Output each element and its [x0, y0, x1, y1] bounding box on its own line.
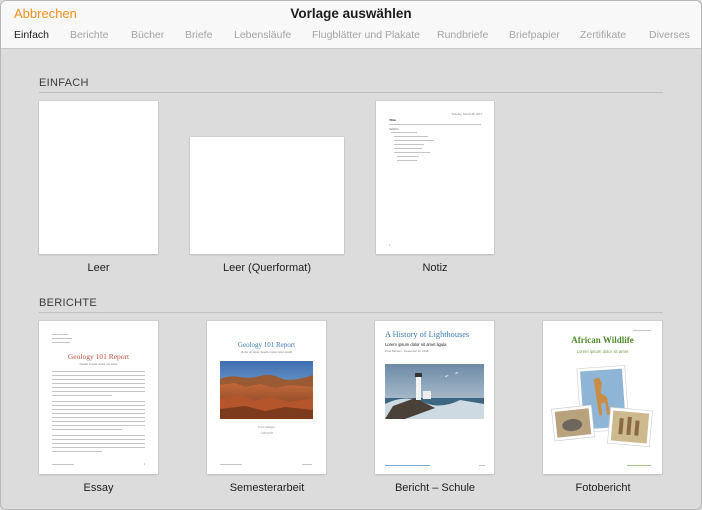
essay-text-line: [52, 371, 145, 372]
section-title-berichte: BERICHTE: [39, 297, 98, 309]
essay-text-line: [52, 387, 145, 388]
essay-text-line: [52, 429, 122, 430]
template-fotobericht[interactable]: African Wildlife Lorem ipsum dolor sit a…: [543, 321, 662, 474]
school-report-subtitle: Lorem ipsum dolor sit amet ligula: [385, 342, 447, 347]
essay-text-line: [52, 447, 145, 448]
note-line: [394, 144, 424, 145]
template-leer[interactable]: [39, 101, 158, 254]
note-rule: [389, 124, 481, 125]
term-paper-footer-line: [302, 464, 312, 465]
essay-text-line: [52, 425, 145, 426]
note-page-number: 1: [389, 243, 391, 247]
essay-page-number: 1: [143, 462, 146, 466]
term-paper-date: 1.08.2018: [260, 431, 273, 435]
tab-flugblaetter-und-plakate[interactable]: Flugblätter und Plakate: [312, 29, 420, 41]
note-line: [394, 148, 422, 149]
essay-text-line: [52, 421, 145, 422]
template-essay[interactable]: Geology 101 Report Ipsum lorem dolor sit…: [39, 321, 158, 474]
note-line: [394, 140, 434, 141]
photo-report-subtitle: Lorem ipsum dolor sit amet: [576, 349, 629, 354]
essay-header-line: [52, 338, 72, 339]
template-bericht-schule[interactable]: A History of Lighthouses Lorem ipsum dol…: [375, 321, 494, 474]
template-label-bericht-schule: Bericht – Schule: [394, 482, 476, 494]
tab-diverses[interactable]: Diverses: [649, 29, 690, 41]
essay-text-line: [52, 413, 145, 414]
essay-text-line: [52, 383, 145, 384]
toolbar: Abbrechen Vorlage auswählen Einfach Beri…: [1, 1, 701, 49]
canyon-photo: [220, 361, 313, 419]
essay-text-line: [52, 451, 102, 452]
photo-report-header-line: [633, 330, 651, 331]
essay-text-line: [52, 435, 145, 436]
template-chooser-window: Abbrechen Vorlage auswählen Einfach Beri…: [0, 0, 702, 510]
tab-briefpapier[interactable]: Briefpapier: [509, 29, 560, 41]
school-report-footer-line: [385, 465, 430, 466]
template-label-semesterarbeit: Semesterarbeit: [229, 482, 305, 494]
template-leer-querformat[interactable]: [190, 137, 344, 254]
section-title-einfach: EINFACH: [39, 77, 89, 89]
tab-buecher[interactable]: Bücher: [131, 29, 164, 41]
term-paper-author: Urna Semper: [258, 425, 275, 429]
essay-footer-line: [52, 464, 74, 465]
note-line: [397, 160, 417, 161]
photo-report-title: African Wildlife: [571, 335, 634, 345]
essay-title: Geology 101 Report: [67, 352, 130, 361]
window-title: Vorlage auswählen: [290, 6, 412, 21]
essay-text-line: [52, 395, 112, 396]
note-subtitle: Subtitle: [389, 127, 399, 131]
lighthouse-photo: [385, 364, 484, 419]
term-paper-footer-line: [220, 464, 242, 465]
term-paper-title: Geology 101 Report: [237, 341, 296, 349]
term-paper-subtitle: Dolor sit amet, ipsum consectetur lorem: [240, 350, 293, 354]
essay-header-line: [52, 342, 70, 343]
essay-text-line: [52, 405, 145, 406]
photo-report-footer-line: [627, 465, 651, 466]
tab-briefe[interactable]: Briefe: [185, 29, 212, 41]
template-label-notiz: Notiz: [422, 262, 448, 274]
section-divider: [39, 92, 663, 93]
wildlife-collage: [551, 365, 653, 448]
essay-header-line: [52, 334, 68, 335]
template-semesterarbeit[interactable]: Geology 101 Report Dolor sit amet, ipsum…: [207, 321, 326, 474]
note-line: [397, 156, 419, 157]
note-date: Tuesday, March 28, 2017: [451, 112, 482, 116]
essay-text-line: [52, 439, 145, 440]
tab-berichte[interactable]: Berichte: [70, 29, 109, 41]
essay-text-line: [52, 443, 145, 444]
essay-text-line: [52, 401, 145, 402]
school-report-footer-line: [479, 465, 485, 466]
essay-text-line: [52, 391, 145, 392]
category-tabs: Einfach Berichte Bücher Briefe Lebensläu…: [1, 29, 701, 45]
template-label-leer: Leer: [87, 262, 110, 274]
essay-text-line: [52, 375, 145, 376]
note-line: [391, 132, 417, 133]
template-notiz[interactable]: Tuesday, March 28, 2017 Title Subtitle 1: [376, 101, 494, 254]
note-line: [394, 136, 428, 137]
note-title: Title: [389, 118, 396, 122]
note-line: [394, 152, 430, 153]
school-report-title: A History of Lighthouses: [385, 330, 470, 339]
tab-einfach[interactable]: Einfach: [14, 29, 49, 41]
essay-text-line: [52, 409, 145, 410]
section-divider: [39, 312, 663, 313]
tab-zertifikate[interactable]: Zertifikate: [580, 29, 626, 41]
template-label-leer-querformat: Leer (Querformat): [222, 262, 312, 274]
tab-rundbriefe[interactable]: Rundbriefe: [437, 29, 488, 41]
template-label-essay: Essay: [83, 482, 114, 494]
essay-text-line: [52, 417, 145, 418]
school-report-meta: Urna Semper · December 11, 2018: [385, 349, 429, 353]
template-label-fotobericht: Fotobericht: [575, 482, 631, 494]
essay-subtitle: Ipsum lorem dolor sit amet: [79, 362, 118, 366]
essay-text-line: [52, 379, 145, 380]
tab-lebenslaeufe[interactable]: Lebensläufe: [234, 29, 291, 41]
